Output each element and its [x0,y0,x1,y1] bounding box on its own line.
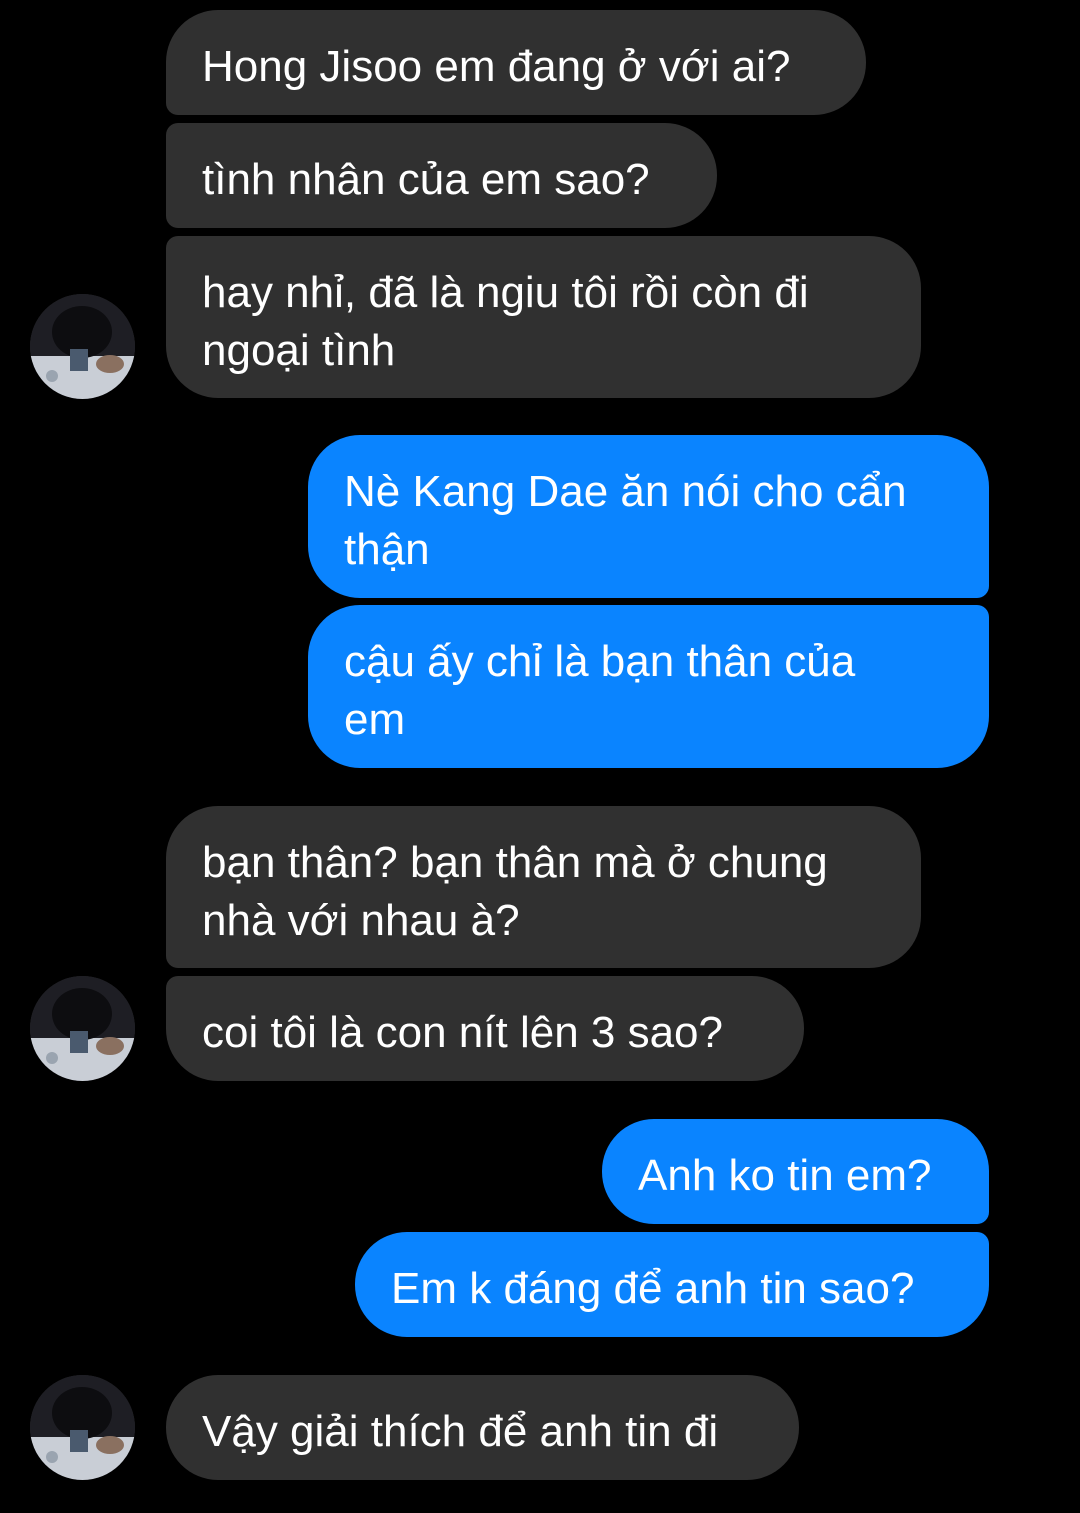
incoming-message-bubble[interactable]: tình nhân của em sao? [166,123,717,228]
avatar-photo-icon [30,294,135,399]
contact-avatar[interactable] [30,976,135,1081]
contact-avatar[interactable] [30,294,135,399]
incoming-message-bubble[interactable]: Vậy giải thích để anh tin đi [166,1375,799,1480]
outgoing-message-bubble[interactable]: cậu ấy chỉ là bạn thân của em [308,605,989,768]
avatar-photo-icon [30,1375,135,1480]
incoming-message-bubble[interactable]: coi tôi là con nít lên 3 sao? [166,976,804,1081]
contact-avatar[interactable] [30,1375,135,1480]
outgoing-message-bubble[interactable]: Anh ko tin em? [602,1119,989,1224]
outgoing-message-bubble[interactable]: Em k đáng để anh tin sao? [355,1232,989,1337]
avatar-photo-icon [30,976,135,1081]
incoming-message-bubble[interactable]: Hong Jisoo em đang ở với ai? [166,10,866,115]
outgoing-message-bubble[interactable]: Nè Kang Dae ăn nói cho cẩn thận [308,435,989,598]
incoming-message-bubble[interactable]: hay nhỉ, đã là ngiu tôi rồi còn đi ngoại… [166,236,921,398]
incoming-message-bubble[interactable]: bạn thân? bạn thân mà ở chung nhà với nh… [166,806,921,968]
